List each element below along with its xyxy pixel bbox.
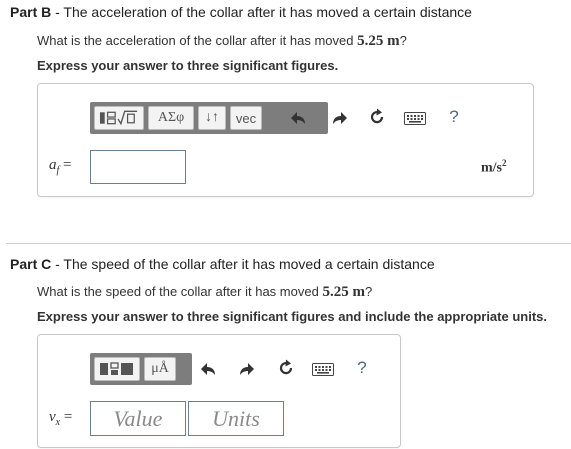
part-c-question: What is the speed of the collar after it… (37, 284, 372, 301)
part-b-question: What is the acceleration of the collar a… (37, 33, 407, 50)
part-c-question-prefix: What is the speed of the collar after it… (37, 284, 323, 299)
part-c-undo-button[interactable] (198, 358, 220, 380)
part-b-instruction: Express your answer to three significant… (37, 58, 339, 73)
part-c-answer-box: μÅ ? vx = Value Units (37, 334, 401, 448)
part-b-keyboard-button[interactable] (402, 107, 428, 129)
part-b-label: Part B (10, 4, 52, 20)
part-c-question-value: 5.25 m (322, 284, 365, 300)
part-c-reset-button[interactable] (275, 357, 297, 379)
part-b-greek-button[interactable]: ΑΣφ (148, 106, 194, 130)
part-c-title: Part C - The speed of the collar after i… (10, 256, 435, 272)
templates-icon (100, 362, 133, 375)
part-b-arrows-button[interactable]: ↓↑ (198, 106, 226, 130)
help-icon: ? (449, 107, 459, 126)
part-c-variable-label: vx = (49, 409, 73, 428)
section-divider (6, 243, 571, 244)
part-c-redo-button[interactable] (235, 358, 257, 380)
templates-icon (99, 110, 138, 126)
part-c-units-input[interactable]: Units (188, 401, 284, 436)
part-b-answer-box: ΑΣφ ↓↑ vec ? af = m/s2 (37, 83, 534, 197)
part-b-answer-input[interactable] (90, 150, 186, 184)
reset-icon (370, 108, 384, 124)
part-c-value-input[interactable]: Value (90, 401, 186, 436)
part-c-keyboard-button[interactable] (310, 358, 336, 380)
part-b-templates-button[interactable] (94, 106, 144, 130)
keyboard-icon (312, 362, 334, 376)
redo-icon (240, 363, 254, 375)
part-c-help-button[interactable]: ? (351, 357, 373, 379)
keyboard-icon (404, 111, 426, 125)
part-b-reset-button[interactable] (366, 106, 388, 128)
undo-icon (201, 363, 215, 375)
part-c-label: Part C (10, 256, 52, 272)
part-c-toolbar: μÅ (90, 353, 192, 385)
part-b-redo-button[interactable] (328, 107, 350, 129)
reset-icon (279, 359, 293, 375)
part-c-question-suffix: ? (364, 284, 373, 299)
part-b-undo-button[interactable] (288, 107, 310, 129)
part-b-variable-label: af = (49, 157, 72, 176)
undo-icon (291, 112, 305, 124)
part-b-units-label: m/s2 (481, 158, 507, 176)
part-b-question-value: 5.25 m (357, 33, 400, 49)
part-b-title: Part B - The acceleration of the collar … (10, 4, 472, 20)
part-b-title-text: - The acceleration of the collar after i… (51, 4, 472, 20)
part-c-instruction: Express your answer to three significant… (37, 309, 547, 324)
part-b-question-suffix: ? (399, 33, 407, 48)
part-b-help-button[interactable]: ? (443, 106, 465, 128)
help-icon: ? (357, 358, 367, 377)
part-c-units-button[interactable]: μÅ (144, 357, 176, 381)
redo-icon (333, 112, 347, 124)
part-c-title-text: - The speed of the collar after it has m… (51, 256, 435, 272)
part-b-vec-button[interactable]: vec (230, 106, 262, 130)
part-c-templates-button[interactable] (94, 357, 140, 381)
part-b-question-prefix: What is the acceleration of the collar a… (37, 33, 358, 48)
